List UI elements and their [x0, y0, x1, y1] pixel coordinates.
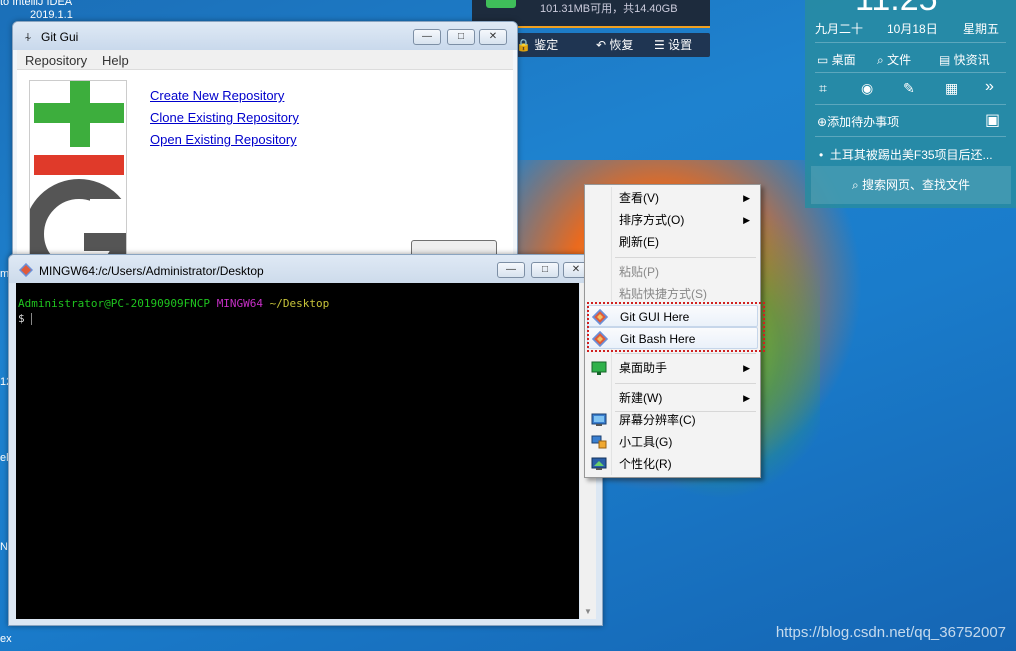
- menu-item-new[interactable]: 新建(W) ▶: [587, 387, 758, 409]
- minimize-button[interactable]: —: [497, 262, 525, 278]
- divider: [815, 72, 1006, 73]
- prompt-path: ~/Desktop: [269, 297, 330, 310]
- menu-repository[interactable]: Repository: [25, 53, 87, 68]
- prompt-symbol: $: [18, 312, 25, 325]
- desktop-widget: 11:25 九月二十 10月18日 星期五 ▭ 桌面 ⌕ 文件 ▤ 快资讯 ⌗ …: [805, 0, 1016, 208]
- edit-icon[interactable]: ✎: [903, 80, 915, 97]
- widget-search-box[interactable]: ⌕ 搜索网页、查找文件: [811, 166, 1011, 204]
- submenu-arrow-icon: ▶: [743, 215, 750, 225]
- git-gui-menubar: Repository Help: [17, 50, 513, 70]
- divider: [815, 136, 1006, 137]
- desktop-icon-label[interactable]: ex: [0, 633, 12, 645]
- submenu-arrow-icon: ▶: [743, 363, 750, 373]
- minimize-button[interactable]: —: [413, 29, 441, 45]
- terminal-prompt: Administrator@PC-20190909FNCP MINGW64 ~/…: [18, 297, 577, 310]
- crop-icon[interactable]: ⌗: [819, 80, 827, 97]
- date: 10月18日: [887, 22, 938, 36]
- weekday: 星期五: [963, 22, 1000, 36]
- toolbar-item-restore[interactable]: ↶ 恢复: [596, 36, 633, 53]
- open-repository-link[interactable]: Open Existing Repository: [150, 132, 297, 147]
- personalize-icon: [591, 457, 607, 470]
- maximize-button[interactable]: □: [447, 29, 475, 45]
- calculator-icon[interactable]: ▦: [945, 80, 958, 97]
- git-logo: [29, 80, 127, 260]
- submenu-arrow-icon: ▶: [743, 193, 750, 203]
- more-icon[interactable]: »: [985, 78, 994, 96]
- widget-shortcut-files[interactable]: ⌕ 文件: [877, 51, 911, 68]
- desktop-icon-label[interactable]: N: [0, 541, 8, 553]
- terminal-window: MINGW64:/c/Users/Administrator/Desktop —…: [8, 254, 603, 626]
- clock-time: 11:25: [855, 0, 938, 19]
- scroll-down-icon[interactable]: ▼: [584, 607, 592, 616]
- lunar-date: 九月二十: [815, 22, 864, 36]
- menu-separator: [615, 353, 756, 354]
- toolbar-item-settings[interactable]: ☰ 设置: [654, 36, 692, 53]
- menu-item-gadgets[interactable]: 小工具(G): [587, 431, 758, 453]
- toolbar-item-identify[interactable]: 🔒 鉴定: [516, 36, 558, 53]
- git-gui-app-icon: ⍭: [24, 30, 32, 44]
- divider: [815, 42, 1006, 43]
- desktop-icon-label[interactable]: 2019.1.1: [30, 9, 73, 21]
- create-repository-link[interactable]: Create New Repository: [150, 88, 284, 103]
- maximize-button[interactable]: □: [531, 262, 559, 278]
- submenu-arrow-icon: ▶: [743, 393, 750, 403]
- terminal-screen[interactable]: Administrator@PC-20190909FNCP MINGW64 ~/…: [16, 283, 579, 619]
- eye-icon[interactable]: ◉: [861, 80, 873, 97]
- clone-repository-link[interactable]: Clone Existing Repository: [150, 110, 299, 125]
- menu-item-desktop-assistant[interactable]: 桌面助手 ▶: [587, 357, 758, 379]
- prompt-env: MINGW64: [216, 297, 264, 310]
- menu-help[interactable]: Help: [102, 53, 129, 68]
- menu-item-screen-resolution[interactable]: 屏幕分辨率(C): [587, 409, 758, 431]
- security-toolbar: 🔒 鉴定 ↶ 恢复 ☰ 设置: [506, 33, 710, 57]
- qrcode-icon[interactable]: ▣: [985, 110, 1000, 130]
- git-gui-window: ⍭ Git Gui — □ ✕ Repository Help Create N…: [12, 21, 518, 261]
- prompt-line: $: [18, 312, 577, 325]
- monitor-green-icon: [591, 361, 607, 375]
- memory-status: 101.31MB可用，共14.40GB: [540, 3, 678, 15]
- display-icon: [591, 413, 607, 426]
- terminal-title: MINGW64:/c/Users/Administrator/Desktop: [39, 264, 264, 278]
- desktop-icon-label[interactable]: to IntelliJ IDEA: [0, 0, 72, 8]
- gadgets-icon: [591, 435, 607, 449]
- annotation-highlight-box: [587, 302, 765, 352]
- menu-item-refresh[interactable]: 刷新(E): [587, 231, 758, 253]
- menu-separator: [615, 257, 756, 258]
- menu-separator: [615, 383, 756, 384]
- git-gui-body: Create New Repository Clone Existing Rep…: [17, 70, 513, 260]
- terminal-titlebar[interactable]: MINGW64:/c/Users/Administrator/Desktop —…: [9, 255, 602, 283]
- menu-item-sort[interactable]: 排序方式(O) ▶: [587, 209, 758, 231]
- divider: [815, 104, 1006, 105]
- close-button[interactable]: ✕: [479, 29, 507, 45]
- git-gui-title: Git Gui: [41, 30, 79, 44]
- git-gui-titlebar[interactable]: ⍭ Git Gui — □ ✕: [13, 22, 517, 50]
- cursor: [31, 313, 33, 325]
- news-headline[interactable]: • 土耳其被踢出美F35项目后还...: [819, 146, 993, 163]
- menu-item-paste: 粘贴(P): [619, 265, 659, 279]
- prompt-user: Administrator@PC-20190909FNCP: [18, 297, 211, 310]
- widget-shortcut-desktop[interactable]: ▭ 桌面: [817, 51, 856, 68]
- widget-shortcut-news[interactable]: ▤ 快资讯: [939, 51, 990, 68]
- git-bash-app-icon: [19, 263, 33, 277]
- menu-item-view[interactable]: 查看(V) ▶: [587, 187, 758, 209]
- battery-icon: [486, 0, 516, 8]
- add-todo-button[interactable]: ⊕添加待办事项: [817, 113, 899, 130]
- watermark: https://blog.csdn.net/qq_36752007: [775, 624, 1006, 641]
- menu-item-personalize[interactable]: 个性化(R): [587, 453, 758, 475]
